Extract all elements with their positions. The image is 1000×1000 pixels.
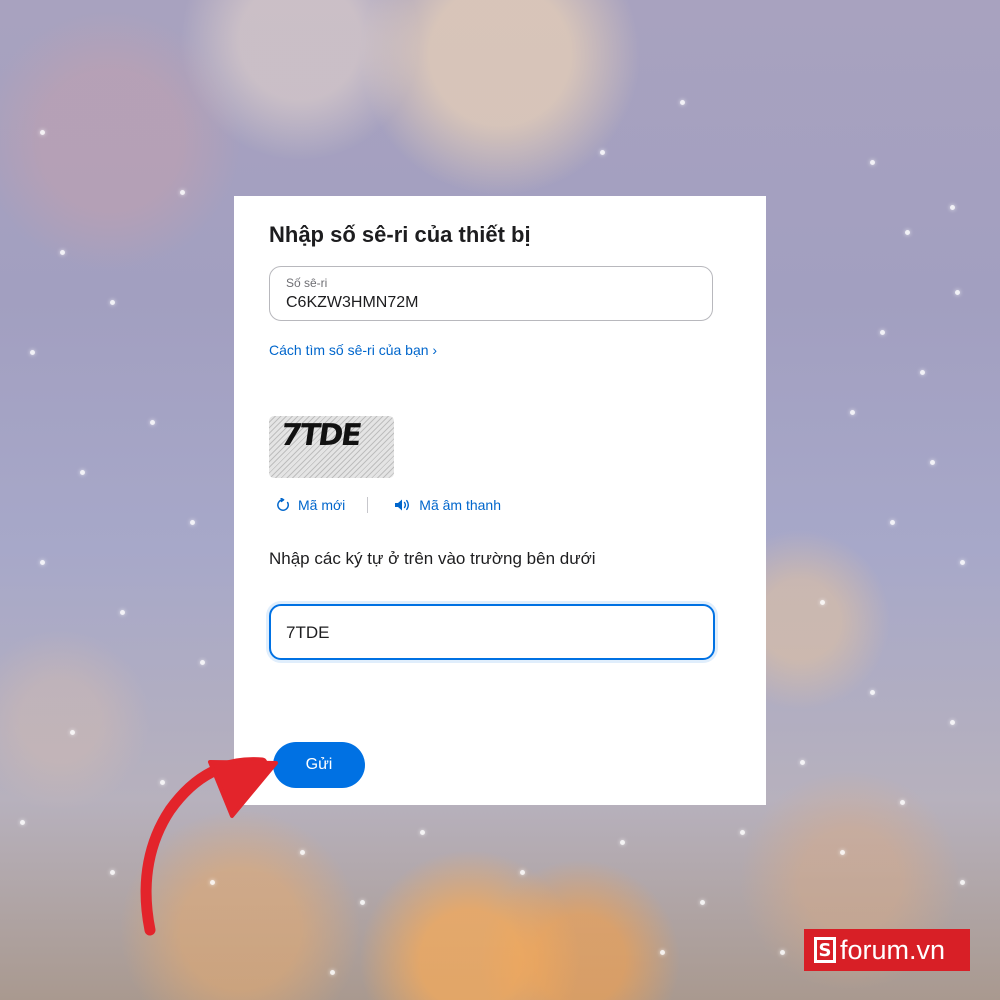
forum-logo: S forum.vn [804, 929, 970, 971]
logo-text: forum.vn [840, 934, 946, 965]
logo-mark: S [814, 937, 836, 963]
arrow-icon [140, 757, 278, 936]
